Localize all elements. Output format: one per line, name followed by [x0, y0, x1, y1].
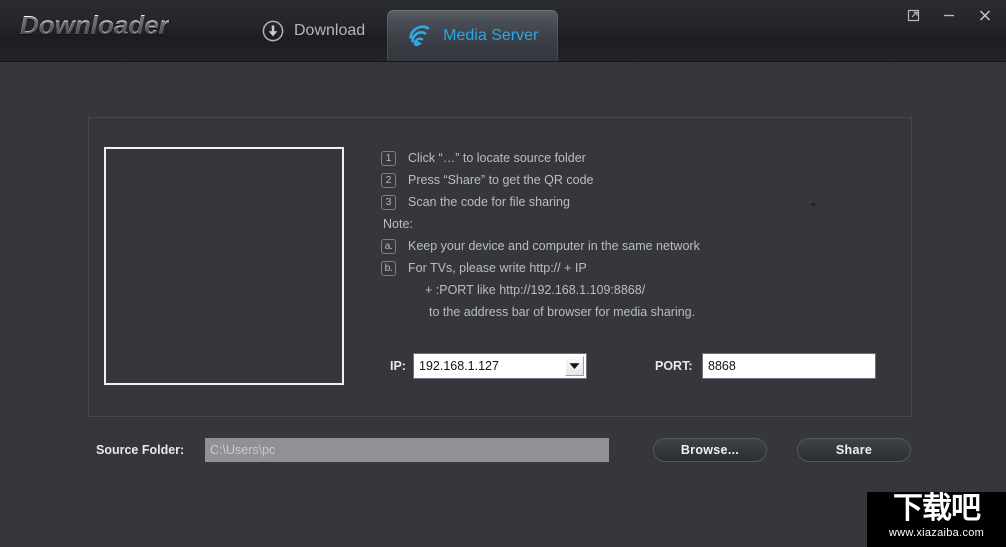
step-badge: 2	[381, 172, 396, 188]
close-window-button[interactable]	[970, 2, 1000, 28]
source-folder-row: Source Folder: Browse... Share	[96, 438, 912, 462]
title-bar: Downloader Download Media Server	[0, 0, 1006, 62]
watermark-url: www.xiazaiba.com	[888, 527, 985, 539]
watermark: 下载吧 www.xiazaiba.com	[867, 492, 1006, 547]
instructions-list: 1 Click “…” to locate source folder 2 Pr…	[381, 147, 901, 323]
tab-media-server[interactable]: Media Server	[387, 10, 559, 62]
tab-download-label: Download	[294, 22, 366, 39]
note-badge: b.	[381, 260, 396, 276]
minimize-window-button[interactable]	[934, 2, 964, 28]
instruction-step: 1 Click “…” to locate source folder	[381, 147, 901, 169]
step-text: Click “…” to locate source folder	[408, 151, 586, 165]
minimize-icon	[944, 14, 954, 16]
cast-icon	[407, 25, 433, 47]
download-circle-icon	[262, 20, 284, 42]
window-controls	[898, 0, 1000, 30]
step-badge: 3	[381, 194, 396, 210]
instruction-step: 3 Scan the code for file sharing	[381, 191, 901, 213]
share-button[interactable]: Share	[797, 438, 911, 462]
instruction-note: a. Keep your device and computer in the …	[381, 235, 901, 257]
instruction-note: b. For TVs, please write http:// + IP	[381, 257, 901, 279]
cursor-mark: +	[810, 198, 817, 211]
restore-window-button[interactable]	[898, 2, 928, 28]
external-link-icon	[907, 9, 919, 21]
browse-button[interactable]: Browse...	[653, 438, 767, 462]
main-tabs: Download Media Server	[240, 0, 559, 62]
source-folder-label: Source Folder:	[96, 443, 185, 457]
tab-download[interactable]: Download	[240, 0, 387, 62]
port-input[interactable]	[702, 353, 876, 379]
note-text: For TVs, please write http:// + IP	[408, 261, 587, 275]
network-fields-row: IP: 192.168.1.127 PORT:	[390, 353, 890, 379]
note-label: Note:	[383, 217, 413, 231]
ip-select[interactable]: 192.168.1.127	[413, 353, 587, 379]
qr-code-box	[104, 147, 344, 385]
ip-label: IP:	[390, 359, 406, 373]
tab-media-server-label: Media Server	[443, 27, 539, 44]
close-icon	[979, 9, 991, 21]
source-folder-input[interactable]	[205, 438, 609, 462]
step-badge: 1	[381, 150, 396, 166]
note-text: Keep your device and computer in the sam…	[408, 239, 700, 253]
instruction-step: 2 Press “Share” to get the QR code	[381, 169, 901, 191]
app-logo: Downloader	[20, 10, 169, 40]
note-continuation-line: to the address bar of browser for media …	[429, 305, 696, 319]
step-text: Press “Share” to get the QR code	[408, 173, 594, 187]
chevron-down-icon[interactable]	[565, 356, 584, 376]
note-badge: a.	[381, 238, 396, 254]
watermark-logo-text: 下载吧	[893, 492, 981, 526]
note-continuation-line: + :PORT like http://192.168.1.109:8868/	[425, 283, 646, 297]
port-label: PORT:	[655, 359, 693, 373]
ip-selected-value: 192.168.1.127	[419, 359, 499, 373]
app-window: Downloader Download Media Server 1 Click…	[0, 0, 1006, 547]
step-text: Scan the code for file sharing	[408, 195, 570, 209]
